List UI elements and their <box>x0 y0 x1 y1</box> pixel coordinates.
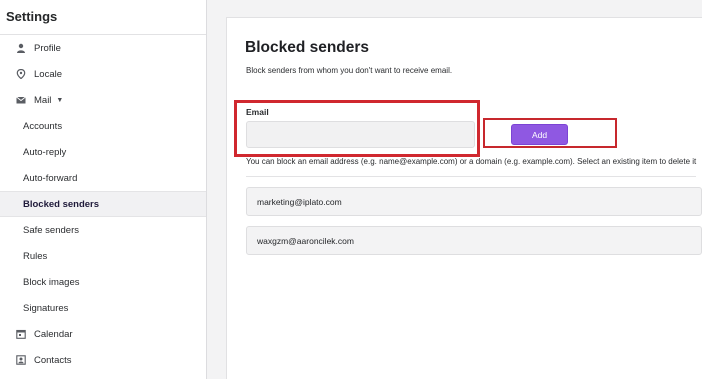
sidebar-item-safe-senders[interactable]: Safe senders <box>0 217 206 243</box>
sidebar-item-label: Auto-forward <box>23 172 78 184</box>
sidebar-item-label: Accounts <box>23 120 63 132</box>
sidebar-item-label: Profile <box>34 42 61 54</box>
sidebar-title: Settings <box>6 9 58 24</box>
email-highlight-box <box>234 100 480 157</box>
sidebar-item-signatures[interactable]: Signatures <box>0 295 206 321</box>
sidebar-item-profile[interactable]: Profile <box>0 35 206 61</box>
settings-sidebar: Settings Profile Locale Mail ▼ Accounts … <box>0 0 207 379</box>
sidebar-item-contacts[interactable]: Contacts <box>0 347 206 373</box>
sidebar-item-auto-forward[interactable]: Auto-forward <box>0 165 206 191</box>
sidebar-item-label: Rules <box>23 250 48 262</box>
location-pin-icon <box>16 69 26 79</box>
sidebar-item-label: Safe senders <box>23 224 79 236</box>
calendar-icon <box>16 329 26 339</box>
add-button[interactable]: Add <box>511 124 568 145</box>
sidebar-item-label: Mail <box>34 94 52 106</box>
sidebar-item-label: Calendar <box>34 328 73 340</box>
helper-text: You can block an email address (e.g. nam… <box>246 157 697 166</box>
sidebar-item-label: Signatures <box>23 302 69 314</box>
sidebar-item-rules[interactable]: Rules <box>0 243 206 269</box>
page-title: Blocked senders <box>245 39 370 56</box>
sidebar-item-label: Blocked senders <box>23 198 100 210</box>
blocked-sender-item[interactable]: waxgzm@aaroncilek.com <box>246 226 702 255</box>
sidebar-item-label: Auto-reply <box>23 146 67 158</box>
sidebar-item-calendar[interactable]: Calendar <box>0 321 206 347</box>
contacts-icon <box>16 355 26 365</box>
sidebar-item-mail[interactable]: Mail ▼ <box>0 87 206 113</box>
sidebar-item-blocked-senders[interactable]: Blocked senders <box>0 191 206 217</box>
sidebar-item-label: Contacts <box>34 354 72 366</box>
sidebar-item-label: Locale <box>34 68 62 80</box>
mail-icon <box>16 95 26 105</box>
sidebar-item-accounts[interactable]: Accounts <box>0 113 206 139</box>
person-icon <box>16 43 26 53</box>
page-description: Block senders from whom you don't want t… <box>246 66 453 75</box>
blocked-sender-item[interactable]: marketing@iplato.com <box>246 187 702 216</box>
sidebar-item-label: Block images <box>23 276 80 288</box>
sidebar-item-block-images[interactable]: Block images <box>0 269 206 295</box>
sidebar-item-auto-reply[interactable]: Auto-reply <box>0 139 206 165</box>
section-divider <box>246 176 696 177</box>
sidebar-item-locale[interactable]: Locale <box>0 61 206 87</box>
chevron-down-icon: ▼ <box>56 96 64 104</box>
